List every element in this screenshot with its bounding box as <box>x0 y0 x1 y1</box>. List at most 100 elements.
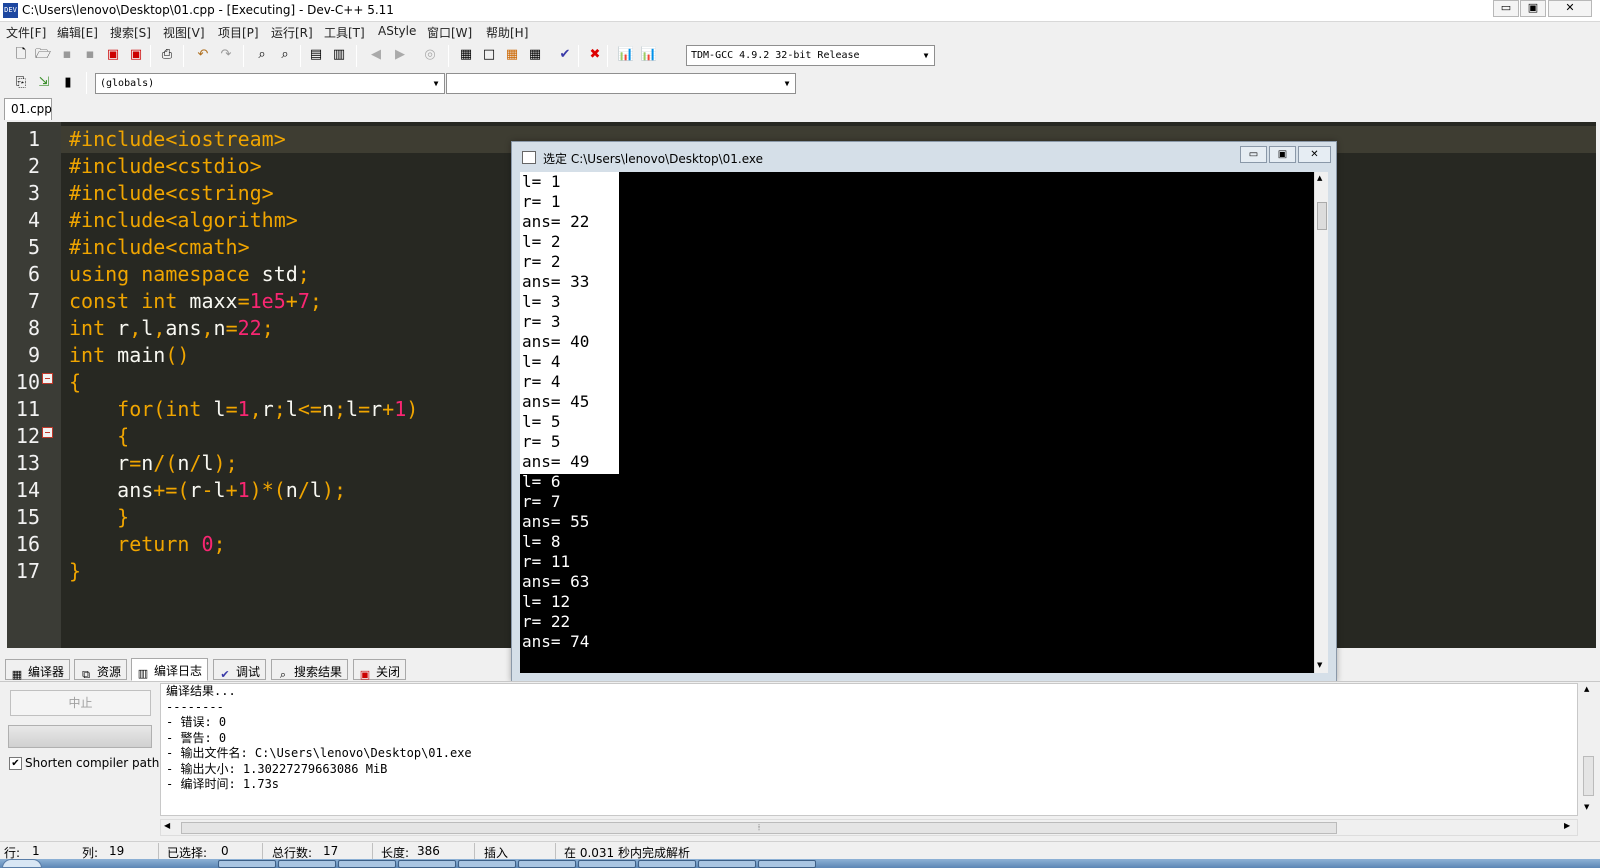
compile-log-text[interactable]: 编译结果... -------- - 错误: 0 - 警告: 0 - 输出文件名… <box>160 683 1578 816</box>
line-number: 1 <box>27 127 40 151</box>
shorten-paths-checkbox[interactable]: ✔ <box>9 757 22 770</box>
compiler-select[interactable]: TDM-GCC 4.9.2 32-bit Release ▼ <box>686 45 935 66</box>
project-grid-icon[interactable]: ▦ <box>456 45 476 65</box>
taskbar-item[interactable] <box>338 860 396 868</box>
delete-profile-icon[interactable]: 📊 <box>639 45 659 65</box>
console-line: r= 1 <box>522 192 561 211</box>
taskbar-item[interactable] <box>638 860 696 868</box>
console-window[interactable]: 选定 C:\Users\lenovo\Desktop\01.exe ▭ ▣ ✕ … <box>511 141 1337 682</box>
menu-file[interactable]: 文件[F] <box>6 24 46 41</box>
console-minimize-button[interactable]: ▭ <box>1240 146 1267 163</box>
open-file-icon[interactable]: 🗁 <box>33 45 53 65</box>
member-select[interactable]: ▼ <box>446 73 796 94</box>
bottom-tab-strip: ▦ 编译器 ⧉ 资源 ▥ 编译日志 ✔ 调试 ⌕ 搜索结果 ▣ 关闭 <box>0 658 1600 681</box>
tab-label: 搜索结果 <box>294 665 343 679</box>
console-scrollbar[interactable]: ▲ ▼ <box>1314 172 1328 673</box>
tab-compile-log[interactable]: ▥ 编译日志 <box>131 658 209 681</box>
line-number: 10 <box>15 370 40 394</box>
tab-search-results[interactable]: ⌕ 搜索结果 <box>271 659 349 681</box>
menu-window[interactable]: 窗口[W] <box>427 24 472 41</box>
bookmark-icon[interactable]: ▮ <box>58 73 78 93</box>
log-scroll-thumb[interactable] <box>1583 756 1594 796</box>
console-line: l= 5 <box>522 412 561 431</box>
menu-tools[interactable]: 工具[T] <box>324 24 365 41</box>
tab-01-cpp[interactable]: 01.cpp <box>4 98 52 120</box>
find-icon[interactable]: ⌕ <box>252 45 272 65</box>
menu-run[interactable]: 运行[R] <box>271 24 313 41</box>
goto-icon[interactable]: ⇲ <box>34 73 54 93</box>
fold-collapse-icon[interactable] <box>42 427 53 438</box>
title-bar: DEV C:\Users\lenovo\Desktop\01.cpp - [Ex… <box>0 0 1600 22</box>
replace-icon[interactable]: ⌕ <box>275 45 295 65</box>
scroll-right-icon[interactable]: ▶ <box>1564 821 1570 830</box>
save-all-icon[interactable]: ▪ <box>80 45 100 65</box>
toggle-comment-icon[interactable]: ◎ <box>420 45 440 65</box>
insert-icon[interactable]: ⎘ <box>11 73 31 93</box>
scope-select[interactable]: (globals) ▼ <box>95 73 445 94</box>
taskbar-item[interactable] <box>218 860 276 868</box>
line-number: 11 <box>15 397 40 421</box>
menu-bar: 文件[F] 编辑[E] 搜索[S] 视图[V] 项目[P] 运行[R] 工具[T… <box>0 22 1600 41</box>
taskbar-item[interactable] <box>398 860 456 868</box>
taskbar-item[interactable] <box>278 860 336 868</box>
log-line: - 编译时间: 1.73s <box>166 777 280 791</box>
new-file-icon[interactable]: 🗋 <box>11 45 31 65</box>
abort-button[interactable]: 中止 <box>10 690 151 716</box>
console-title-bar[interactable]: 选定 C:\Users\lenovo\Desktop\01.exe ▭ ▣ ✕ <box>512 142 1336 172</box>
console-icon <box>522 151 536 164</box>
layout-icon[interactable]: ▦ <box>525 45 545 65</box>
taskbar-item[interactable] <box>698 860 756 868</box>
console-maximize-button[interactable]: ▣ <box>1269 146 1296 163</box>
log-horizontal-scrollbar[interactable]: ◀ ⦙ ▶ <box>160 819 1578 836</box>
log-hscroll-thumb[interactable]: ⦙ <box>181 822 1337 834</box>
save-icon[interactable]: ▪ <box>57 45 77 65</box>
maximize-button[interactable]: ▣ <box>1520 0 1546 17</box>
menu-project[interactable]: 项目[P] <box>218 24 259 41</box>
taskbar-item[interactable] <box>758 860 816 868</box>
undo-icon[interactable]: ↶ <box>193 45 213 65</box>
code-line-15: } <box>117 505 130 529</box>
compile-icon[interactable]: ▤ <box>306 45 326 65</box>
tab-resources[interactable]: ⧉ 资源 <box>74 659 128 681</box>
menu-astyle[interactable]: AStyle <box>378 24 416 38</box>
minimize-button[interactable]: ▭ <box>1493 0 1519 17</box>
log-vertical-scrollbar[interactable]: ▲ ▼ <box>1580 683 1597 816</box>
menu-edit[interactable]: 编辑[E] <box>57 24 98 41</box>
tab-debug[interactable]: ✔ 调试 <box>213 659 267 681</box>
chevron-down-icon: ▼ <box>923 51 929 60</box>
scroll-up-icon[interactable]: ▲ <box>1584 685 1589 693</box>
close-button[interactable]: ✕ <box>1548 0 1592 17</box>
taskbar-item[interactable] <box>518 860 576 868</box>
run-file-icon[interactable]: ▥ <box>329 45 349 65</box>
syntax-check-icon[interactable]: ✔ <box>555 45 575 65</box>
window-icon[interactable]: □ <box>479 45 499 65</box>
taskbar-item[interactable] <box>458 860 516 868</box>
chevron-down-icon: ▼ <box>784 79 790 88</box>
close-file-icon[interactable]: ▣ <box>103 45 123 65</box>
code-line-6: using namespace std; <box>69 262 310 286</box>
menu-view[interactable]: 视图[V] <box>163 24 205 41</box>
shorten-paths-label: Shorten compiler paths <box>25 756 166 770</box>
close-all-icon[interactable]: ▣ <box>126 45 146 65</box>
taskbar-item[interactable] <box>578 860 636 868</box>
console-close-button[interactable]: ✕ <box>1298 146 1331 163</box>
fold-collapse-icon[interactable] <box>42 373 53 384</box>
scroll-down-icon[interactable]: ▼ <box>1584 803 1589 811</box>
stop-execution-icon[interactable]: ✖ <box>585 45 605 65</box>
profile-chart-icon[interactable]: 📊 <box>616 45 636 65</box>
console-scroll-thumb[interactable] <box>1317 202 1327 230</box>
scroll-up-icon[interactable]: ▲ <box>1317 174 1322 182</box>
scroll-left-icon[interactable]: ◀ <box>164 821 170 830</box>
menu-search[interactable]: 搜索[S] <box>110 24 151 41</box>
redo-icon[interactable]: ↷ <box>216 45 236 65</box>
tab-close[interactable]: ▣ 关闭 <box>353 659 407 681</box>
start-button[interactable] <box>2 859 42 868</box>
line-number: 4 <box>27 208 40 232</box>
tab-compiler[interactable]: ▦ 编译器 <box>5 659 71 681</box>
indent-left-icon[interactable]: ◀ <box>366 45 386 65</box>
print-icon[interactable]: ⎙ <box>157 45 177 65</box>
class-browser-icon[interactable]: ▦ <box>502 45 522 65</box>
console-output[interactable]: l= 1 r= 1 ans= 22 l= 2 r= 2 ans= 33 l= 3 r= 3 an… <box>520 172 1328 673</box>
menu-help[interactable]: 帮助[H] <box>486 24 528 41</box>
indent-right-icon[interactable]: ▶ <box>390 45 410 65</box>
